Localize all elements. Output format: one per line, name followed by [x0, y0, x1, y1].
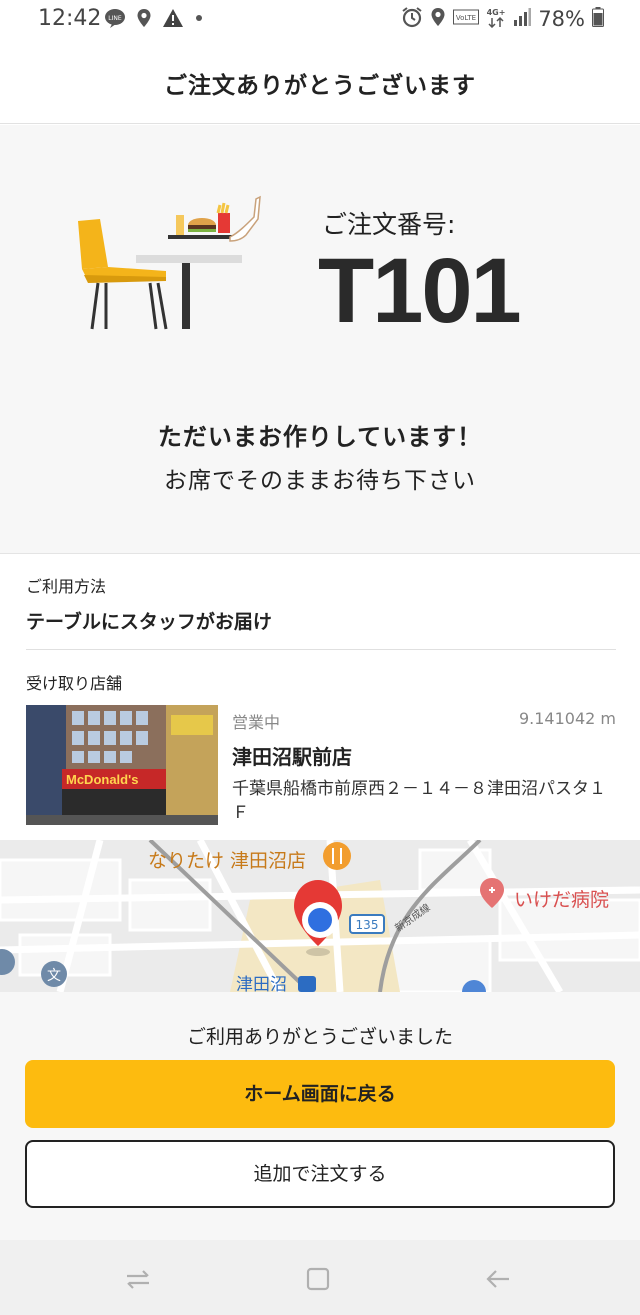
divider	[26, 649, 616, 650]
usage-method-label: ご利用方法	[26, 577, 107, 596]
store-name: 津田沼駅前店	[232, 745, 352, 769]
svg-text:135: 135	[356, 918, 379, 932]
footer-actions: ご利用ありがとうございました ホーム画面に戻る 追加で注文する	[0, 992, 640, 1240]
svg-text:VoLTE: VoLTE	[456, 14, 476, 22]
volte-icon: VoLTE	[453, 9, 480, 29]
home-nav-button[interactable]	[298, 1262, 338, 1296]
battery-percent: 78%	[538, 7, 585, 31]
signal-icon	[513, 8, 532, 30]
status-time: 12:42	[38, 6, 102, 31]
location-icon	[136, 8, 152, 32]
order-number-label: ご注文番号:	[322, 210, 456, 239]
store-photo: McDonald's	[26, 705, 218, 825]
order-status-message: ただいまお作りしています！	[157, 423, 483, 451]
app-header: ご注文ありがとうございます	[0, 40, 640, 124]
page-title: ご注文ありがとうございます	[164, 73, 476, 99]
usage-method-value: テーブルにスタッフがお届け	[26, 611, 272, 633]
svg-text:津田沼: 津田沼	[236, 975, 287, 992]
order-more-button[interactable]: 追加で注文する	[25, 1140, 615, 1208]
back-arrow-icon	[486, 1270, 509, 1288]
alarm-icon	[401, 6, 423, 32]
svg-text:McDonald's: McDonald's	[66, 772, 138, 787]
thanks-message: ご利用ありがとうございました	[186, 1026, 453, 1048]
store-map[interactable]: 135 新京成線 なりたけ 津田沼店 いけだ病院 津田沼 文	[0, 840, 640, 992]
status-bar: 12:42 LINE VoLTE 4G+ 78%	[0, 0, 640, 40]
order-number: T101	[318, 240, 522, 342]
pickup-store-label: 受け取り店舗	[26, 674, 123, 693]
warning-icon	[162, 8, 184, 32]
location-icon	[430, 7, 446, 31]
svg-text:文: 文	[47, 968, 61, 984]
status-system: VoLTE 4G+ 78%	[401, 6, 604, 32]
map-poi-hospital: いけだ病院	[514, 889, 609, 911]
home-button[interactable]: ホーム画面に戻る	[25, 1060, 615, 1128]
svg-text:LINE: LINE	[108, 15, 122, 22]
network-type-icon: 4G+	[486, 6, 506, 32]
store-open-status: 営業中	[232, 713, 281, 732]
store-distance: 9.141042 m	[518, 709, 616, 728]
recent-apps-icon	[127, 1270, 149, 1289]
dot-icon	[194, 8, 204, 32]
order-status-submessage: お席でそのままお待ち下さい	[164, 468, 476, 494]
back-button[interactable]	[478, 1262, 518, 1296]
store-address: 千葉県船橋市前原西２－１４－８津田沼パスタ１Ｆ	[232, 779, 606, 823]
order-status-panel: ご注文番号: T101 ただいまお作りしています！ お席でそのままお待ち下さい	[0, 125, 640, 554]
battery-icon	[592, 7, 604, 31]
line-app-icon: LINE	[104, 8, 126, 32]
recent-apps-button[interactable]	[118, 1262, 158, 1296]
order-details: ご利用方法 テーブルにスタッフがお届け 受け取り店舗 McDonald's 営業…	[0, 555, 640, 840]
table-service-illustration	[78, 195, 261, 330]
status-notifications: LINE	[104, 8, 204, 32]
home-square-icon	[306, 1267, 330, 1291]
svg-text:4G+: 4G+	[487, 8, 506, 17]
system-navigation-bar	[0, 1240, 640, 1315]
map-poi-restaurant: なりたけ 津田沼店	[148, 850, 306, 872]
